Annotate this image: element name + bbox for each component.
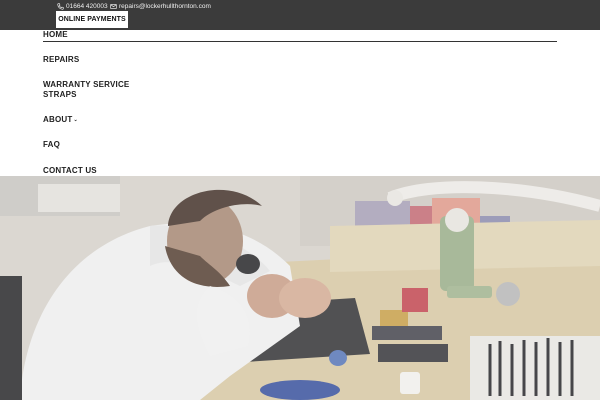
online-payments-button[interactable]: ONLINE PAYMENTS <box>56 11 128 28</box>
phone-number: 01664 420003 <box>66 3 108 10</box>
nav-item-label: WARRANTY SERVICE <box>43 80 130 89</box>
nav-item-label: STRAPS <box>43 89 77 99</box>
main-navigation: HOME REPAIRS WARRANTY SERVICE STRAPS ABO… <box>0 30 600 176</box>
nav-item-about[interactable]: ABOUT⌄ <box>43 115 78 126</box>
nav-item-label: REPAIRS <box>43 55 80 64</box>
phone-contact[interactable]: 01664 420003 <box>57 3 108 10</box>
phone-icon <box>57 3 64 10</box>
nav-item-faq[interactable]: FAQ <box>43 140 60 150</box>
nav-item-label: ABOUT <box>43 115 73 124</box>
hero-image <box>0 176 600 400</box>
top-bar: 01664 420003 repairs@lockerhullthornton.… <box>0 0 600 30</box>
nav-item-contact-us[interactable]: CONTACT US <box>43 166 97 176</box>
email-contact[interactable]: repairs@lockerhullthornton.com <box>110 3 211 10</box>
watchmaker-workbench-photo <box>0 176 600 400</box>
nav-item-warranty-service[interactable]: WARRANTY SERVICE <box>43 80 129 90</box>
nav-item-label: FAQ <box>43 140 61 149</box>
chevron-down-icon: ⌄ <box>73 117 78 123</box>
active-nav-underline <box>43 41 557 42</box>
nav-item-label: HOME <box>43 30 68 39</box>
email-address: repairs@lockerhullthornton.com <box>119 3 211 10</box>
nav-item-home[interactable]: HOME <box>43 30 68 40</box>
nav-item-repairs[interactable]: REPAIRS <box>43 55 79 65</box>
nav-item-straps[interactable]: STRAPS <box>43 90 77 100</box>
nav-item-label: CONTACT US <box>43 166 97 175</box>
envelope-icon <box>110 4 117 9</box>
